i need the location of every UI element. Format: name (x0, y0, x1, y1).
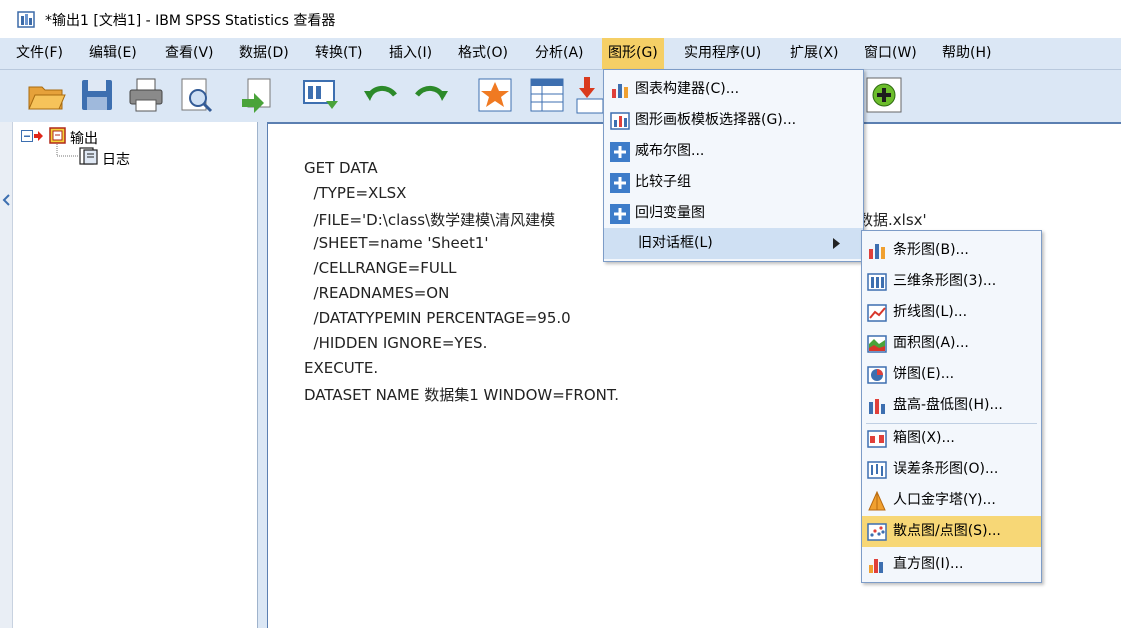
goto-variable-icon[interactable] (527, 75, 567, 115)
syntax-line: /HIDDEN IGNORE=YES. (304, 334, 488, 352)
chart-builder-icon (612, 84, 628, 98)
menu-item-high-low[interactable]: 盘高-盘低图(H)... (862, 390, 1041, 421)
output-book-icon[interactable] (49, 127, 66, 144)
export-icon[interactable] (238, 75, 278, 115)
add-icon[interactable] (864, 75, 904, 115)
open-icon[interactable] (26, 75, 66, 115)
goto-data-icon[interactable] (300, 75, 340, 115)
syntax-line: /TYPE=XLSX (304, 184, 407, 202)
plus-icon (610, 204, 630, 224)
error-bar-icon (867, 461, 887, 479)
menu-window[interactable]: 窗口(W) (864, 38, 917, 69)
menu-item-population-pyramid[interactable]: 人口金字塔(Y)... (862, 485, 1041, 516)
menu-view[interactable]: 查看(V) (165, 38, 214, 69)
menu-item-regression-variable-plots[interactable]: 回归变量图 (604, 198, 863, 229)
menu-item-3d-bar[interactable]: 三维条形图(3)... (862, 266, 1041, 297)
menu-item-area[interactable]: 面积图(A)... (862, 328, 1041, 359)
menu-item-scatter[interactable]: 散点图/点图(S)... (862, 516, 1041, 547)
syntax-line: EXECUTE. (304, 359, 379, 377)
menu-item-error-bar[interactable]: 误差条形图(O)... (862, 454, 1041, 485)
syntax-line: GET DATA (304, 159, 378, 177)
tree-connector (56, 144, 78, 157)
menu-analyze[interactable]: 分析(A) (535, 38, 584, 69)
syntax-line: /DATATYPEMIN PERCENTAGE=95.0 (304, 309, 571, 327)
undo-icon[interactable] (361, 75, 401, 115)
menu-edit[interactable]: 编辑(E) (89, 38, 137, 69)
area-chart-icon (867, 335, 887, 353)
menu-transform[interactable]: 转换(T) (315, 38, 362, 69)
menu-item-line[interactable]: 折线图(L)... (862, 297, 1041, 328)
menu-item-legacy-dialogs[interactable]: 旧对话框(L) (604, 228, 863, 259)
goto-case-icon[interactable] (475, 75, 515, 115)
menu-insert[interactable]: 插入(I) (389, 38, 432, 69)
menu-bar: 文件(F) 编辑(E) 查看(V) 数据(D) 转换(T) 插入(I) 格式(O… (0, 38, 1121, 70)
syntax-line: /READNAMES=ON (304, 284, 450, 302)
submenu-arrow-icon (833, 238, 840, 249)
menu-item-histogram[interactable]: 直方图(I)... (862, 549, 1041, 580)
line-chart-icon (867, 304, 887, 322)
menu-file[interactable]: 文件(F) (16, 38, 63, 69)
menu-graphs[interactable]: 图形(G) (602, 38, 664, 69)
collapse-node-icon[interactable] (21, 130, 33, 142)
menu-utilities[interactable]: 实用程序(U) (684, 38, 761, 69)
menu-data[interactable]: 数据(D) (239, 38, 289, 69)
title-bar: *输出1 [文档1] - IBM SPSS Statistics 查看器 (0, 0, 1121, 38)
scatter-plot-icon (867, 523, 887, 541)
collapse-arrow-icon[interactable] (2, 194, 10, 206)
menu-item-pie[interactable]: 饼图(E)... (862, 359, 1041, 390)
histogram-icon (869, 559, 883, 573)
graphs-menu: 图表构建器(C)... 图形画板模板选择器(G)... 威布尔图... 比较子组 (603, 69, 864, 262)
template-chooser-icon (610, 112, 630, 130)
syntax-line: /FILE='D:\class\数学建模\清风建模 (304, 211, 556, 229)
current-arrow-icon (34, 131, 43, 141)
high-low-chart-icon (869, 399, 885, 414)
menu-format[interactable]: 格式(O) (458, 38, 508, 69)
boxplot-icon (867, 430, 887, 448)
menu-item-boxplot[interactable]: 箱图(X)... (862, 423, 1041, 454)
syntax-line: /CELLRANGE=FULL (304, 259, 457, 277)
menu-extensions[interactable]: 扩展(X) (790, 38, 839, 69)
outline-pane: 输出 日志 (13, 122, 257, 628)
tree-child-label[interactable]: 日志 (102, 149, 130, 169)
left-gutter (0, 122, 13, 628)
print-icon[interactable] (126, 75, 166, 115)
spss-viewer-icon (17, 11, 35, 28)
population-pyramid-icon (868, 491, 886, 511)
redo-icon[interactable] (411, 75, 451, 115)
log-icon[interactable] (79, 147, 98, 165)
plus-icon (610, 173, 630, 193)
menu-item-bar[interactable]: 条形图(B)... (862, 235, 1041, 266)
syntax-line: DATASET NAME 数据集1 WINDOW=FRONT. (304, 386, 620, 404)
menu-help[interactable]: 帮助(H) (942, 38, 991, 69)
menu-item-template-chooser[interactable]: 图形画板模板选择器(G)... (604, 105, 863, 136)
print-preview-icon[interactable] (176, 75, 216, 115)
syntax-line: /SHEET=name 'Sheet1' (304, 234, 489, 252)
window-title: *输出1 [文档1] - IBM SPSS Statistics 查看器 (45, 13, 336, 29)
legacy-dialogs-submenu: 条形图(B)... 三维条形图(3)... 折线图(L)... 面积图(A)..… (861, 230, 1042, 583)
menu-item-compare-subgroups[interactable]: 比较子组 (604, 167, 863, 198)
bar-chart-icon (869, 244, 885, 259)
syntax-file-tail: 数据.xlsx' (858, 211, 927, 229)
3d-bar-chart-icon (867, 273, 887, 291)
save-icon[interactable] (77, 75, 117, 115)
menu-item-chart-builder[interactable]: 图表构建器(C)... (604, 74, 863, 105)
plus-icon (610, 142, 630, 162)
toolbar (0, 70, 1121, 123)
menu-item-weibull-plot[interactable]: 威布尔图... (604, 136, 863, 167)
pie-chart-icon (867, 366, 887, 384)
